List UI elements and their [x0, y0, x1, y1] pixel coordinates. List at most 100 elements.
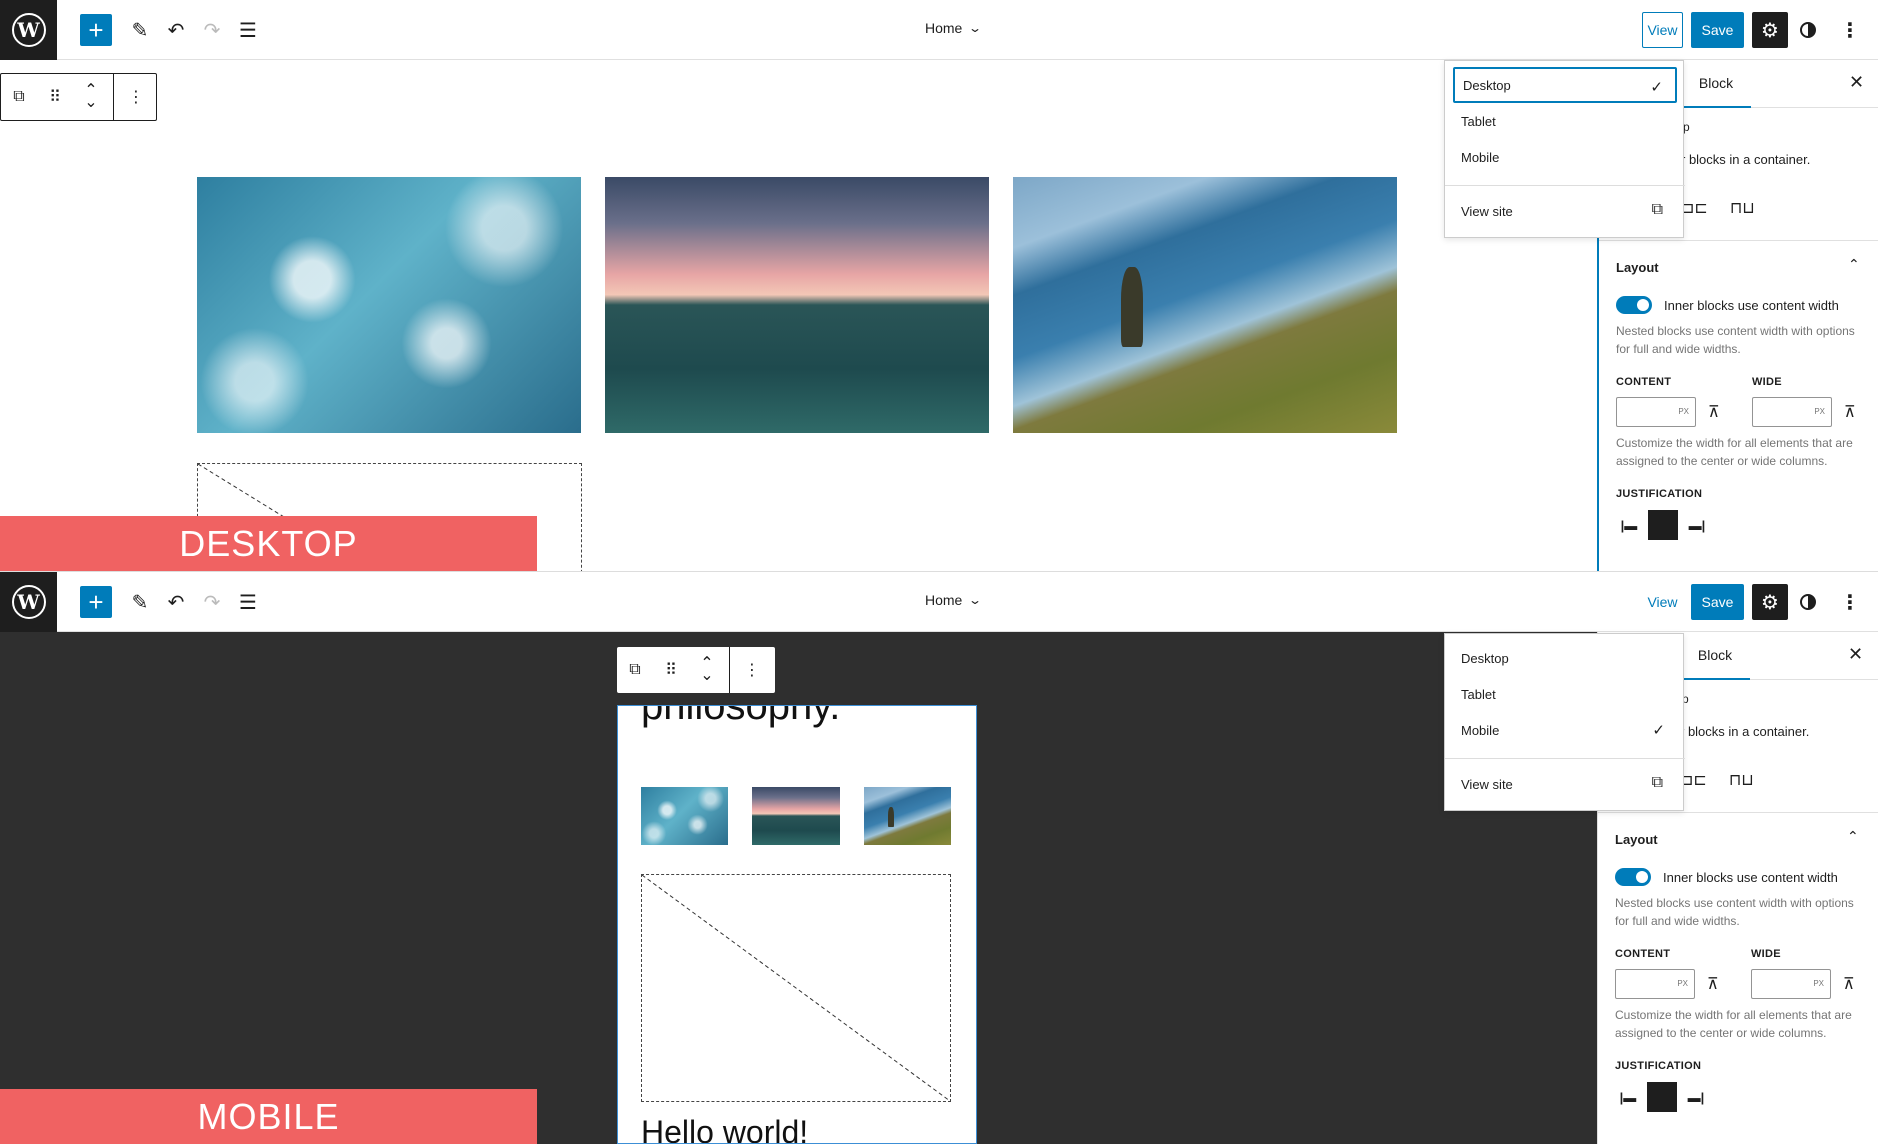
block-title-fragment: p — [1683, 120, 1690, 134]
chevron-up-icon[interactable]: ⌃ — [1848, 256, 1860, 273]
wide-label: WIDE — [1751, 948, 1781, 960]
close-icon[interactable]: ✕ — [1848, 644, 1863, 665]
menu-item-desktop[interactable]: Desktop — [1453, 640, 1677, 676]
wide-align-icon[interactable]: ⊼ — [1843, 974, 1855, 994]
pencil-icon[interactable]: ✎ — [124, 586, 156, 618]
menu-item-tablet[interactable]: Tablet — [1453, 676, 1677, 712]
contrast-icon[interactable] — [1796, 18, 1820, 42]
menu-item-mobile[interactable]: Mobile — [1453, 139, 1677, 175]
pencil-icon[interactable]: ✎ — [124, 14, 156, 46]
menu-item-view-site[interactable]: View site ⧉ — [1453, 193, 1677, 229]
content-align-icon[interactable]: ⊼ — [1707, 974, 1719, 994]
wordpress-logo[interactable]: W — [0, 0, 57, 60]
mobile-heading-top: philosophy. — [641, 705, 841, 728]
drag-handle-icon[interactable]: ⠿ — [37, 74, 73, 120]
mobile-image-placeholder[interactable] — [641, 874, 951, 1102]
redo-icon[interactable]: ↷ — [196, 14, 228, 46]
editor-topbar: W + ✎ ↶ ↷ ☰ Home ⌄ View Save ⚙ ⋮ — [0, 572, 1878, 632]
gallery-image-waves[interactable] — [197, 177, 581, 433]
external-link-icon: ⧉ — [1651, 201, 1663, 218]
gallery-image-sunset[interactable] — [605, 177, 989, 433]
content-width-toggle[interactable] — [1616, 296, 1652, 314]
wide-align-icon[interactable]: ⊼ — [1844, 402, 1856, 422]
chevron-down-icon: ⌄ — [968, 593, 983, 607]
justify-right-icon[interactable]: ▬| — [1683, 1082, 1709, 1112]
document-title[interactable]: Home ⌄ — [925, 592, 983, 608]
add-block-button[interactable]: + — [80, 14, 112, 46]
content-width-input[interactable]: PX — [1615, 969, 1695, 999]
undo-icon[interactable]: ↶ — [160, 14, 192, 46]
justify-left-icon[interactable]: |▬ — [1616, 510, 1642, 540]
wide-label: WIDE — [1752, 376, 1782, 388]
menu-item-tablet[interactable]: Tablet — [1453, 103, 1677, 139]
drag-handle-icon[interactable]: ⠿ — [653, 647, 689, 693]
content-width-input[interactable]: PX — [1616, 397, 1696, 427]
tab-block[interactable]: Block — [1681, 60, 1751, 108]
block-type-icon[interactable]: ⧉ — [1, 74, 37, 120]
gallery-image-coast[interactable] — [1013, 177, 1397, 433]
menu-item-mobile[interactable]: Mobile ✓ — [1453, 712, 1677, 748]
preview-menu: Desktop Tablet Mobile ✓ View site ⧉ — [1444, 633, 1685, 811]
contrast-icon[interactable] — [1796, 590, 1820, 614]
toggle-help: Nested blocks use content width with opt… — [1616, 324, 1855, 356]
add-block-button[interactable]: + — [80, 586, 112, 618]
redo-icon[interactable]: ↷ — [196, 586, 228, 618]
mobile-image-waves[interactable] — [641, 787, 728, 845]
check-icon: ✓ — [1650, 79, 1663, 96]
document-title[interactable]: Home ⌄ — [925, 20, 983, 36]
content-align-icon[interactable]: ⊼ — [1708, 402, 1720, 422]
chevron-down-icon: ⌄ — [968, 21, 983, 35]
external-link-icon: ⧉ — [1651, 774, 1663, 791]
tab-block[interactable]: Block — [1680, 632, 1750, 680]
mobile-image-sunset[interactable] — [752, 787, 840, 845]
justification-label: JUSTIFICATION — [1616, 488, 1703, 500]
justify-right-icon[interactable]: ▬| — [1684, 510, 1710, 540]
gear-icon[interactable]: ⚙ — [1752, 12, 1788, 48]
desktop-banner: DESKTOP — [0, 516, 537, 571]
block-options-icon[interactable]: ⋮ — [734, 647, 770, 693]
menu-item-desktop[interactable]: Desktop ✓ — [1453, 67, 1677, 103]
block-options-icon[interactable]: ⋮ — [118, 74, 154, 120]
close-icon[interactable]: ✕ — [1849, 72, 1864, 93]
justification-controls: |▬ ▬| — [1616, 510, 1710, 540]
block-variation-icons: ⊐⊏ ⊓⊔ — [1681, 198, 1755, 218]
save-button[interactable]: Save — [1691, 12, 1744, 48]
view-button[interactable]: View — [1642, 584, 1683, 620]
justify-center-icon[interactable] — [1647, 1082, 1677, 1112]
gear-icon[interactable]: ⚙ — [1752, 584, 1788, 620]
toggle-label: Inner blocks use content width — [1663, 870, 1838, 885]
list-view-icon[interactable]: ☰ — [232, 14, 264, 46]
wide-width-input[interactable]: PX — [1751, 969, 1831, 999]
mobile-banner: MOBILE — [0, 1089, 537, 1144]
menu-item-view-site[interactable]: View site ⧉ — [1453, 766, 1677, 802]
mobile-editor-view: philosophy. Hello world! ⧉ ⠿ ⌃ ⌄ ⋮ MOBILE… — [0, 572, 1878, 1144]
content-label: CONTENT — [1616, 376, 1672, 388]
view-button[interactable]: View — [1642, 12, 1683, 48]
wordpress-logo[interactable]: W — [0, 572, 57, 632]
stack-icon[interactable]: ⊓⊔ — [1729, 770, 1754, 790]
mobile-heading-bottom: Hello world! — [641, 1114, 809, 1144]
move-up-down-icon[interactable]: ⌃ ⌄ — [73, 74, 109, 120]
layout-panel-title[interactable]: Layout — [1616, 260, 1659, 275]
more-vertical-icon[interactable]: ⋮ — [1838, 14, 1862, 46]
justify-center-icon[interactable] — [1648, 510, 1678, 540]
wide-width-input[interactable]: PX — [1752, 397, 1832, 427]
move-up-down-icon[interactable]: ⌃ ⌄ — [689, 647, 725, 693]
mobile-canvas: philosophy. Hello world! — [617, 705, 977, 1144]
save-button[interactable]: Save — [1691, 584, 1744, 620]
mobile-image-coast[interactable] — [864, 787, 951, 845]
chevron-up-icon[interactable]: ⌃ — [1847, 828, 1859, 845]
content-width-toggle[interactable] — [1615, 868, 1651, 886]
block-type-icon[interactable]: ⧉ — [617, 647, 653, 693]
list-view-icon[interactable]: ☰ — [232, 586, 264, 618]
justify-left-icon[interactable]: |▬ — [1615, 1082, 1641, 1112]
undo-icon[interactable]: ↶ — [160, 586, 192, 618]
row-icon[interactable]: ⊐⊏ — [1680, 770, 1707, 790]
row-icon[interactable]: ⊐⊏ — [1681, 198, 1708, 218]
toggle-label: Inner blocks use content width — [1664, 298, 1839, 313]
layout-panel-title[interactable]: Layout — [1615, 832, 1658, 847]
block-description: r blocks in a container. — [1681, 152, 1811, 167]
stack-icon[interactable]: ⊓⊔ — [1730, 198, 1755, 218]
check-icon: ✓ — [1652, 722, 1665, 739]
more-vertical-icon[interactable]: ⋮ — [1838, 586, 1862, 618]
